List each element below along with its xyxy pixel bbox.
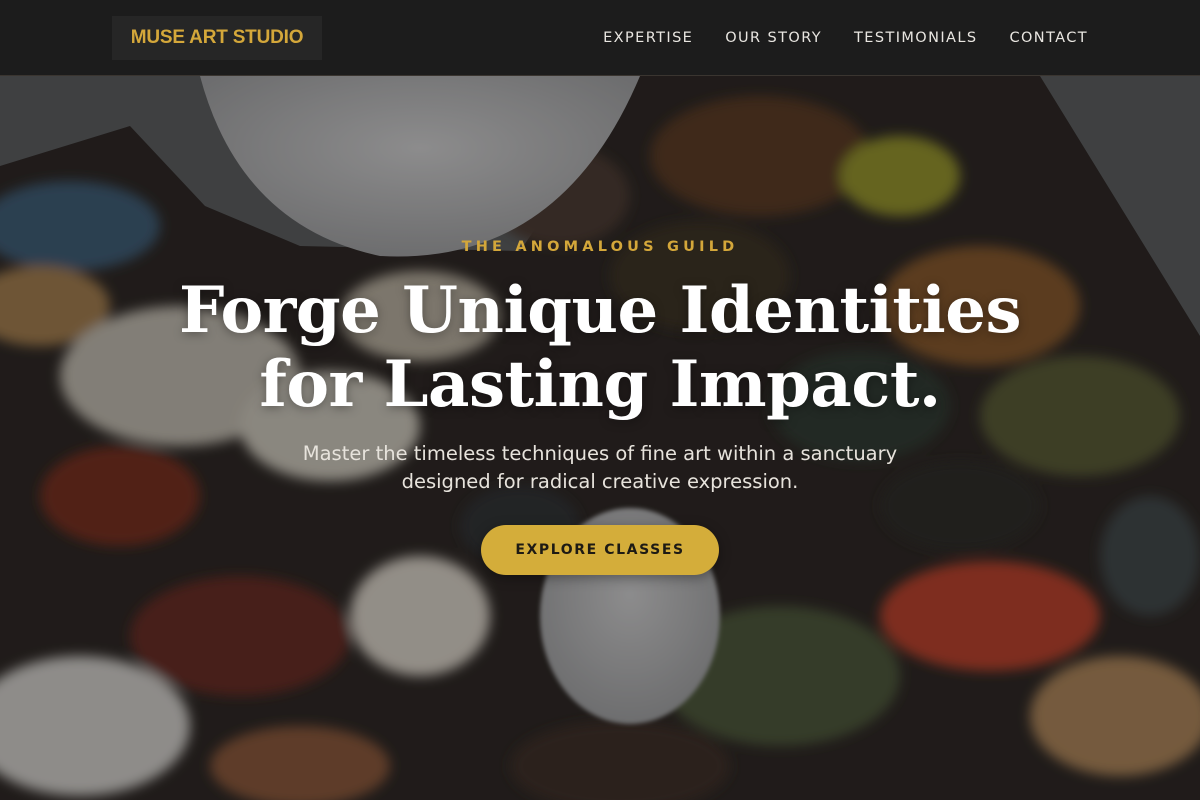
- main-nav: EXPERTISE OUR STORY TESTIMONIALS CONTACT: [603, 0, 1088, 76]
- explore-classes-button[interactable]: EXPLORE CLASSES: [481, 525, 719, 575]
- hero-section: THE ANOMALOUS GUILD Forge Unique Identit…: [0, 76, 1200, 800]
- nav-link-expertise[interactable]: EXPERTISE: [603, 30, 693, 46]
- hero-headline-line-2: for Lasting Impact.: [259, 347, 941, 422]
- nav-link-our-story[interactable]: OUR STORY: [725, 30, 822, 46]
- hero-headline-line-1: Forge Unique Identities: [179, 273, 1021, 348]
- logo-text: MUSE ART STUDIO: [130, 27, 304, 48]
- nav-link-testimonials[interactable]: TESTIMONIALS: [854, 30, 977, 46]
- hero-content: THE ANOMALOUS GUILD Forge Unique Identit…: [0, 76, 1200, 800]
- nav-link-contact[interactable]: CONTACT: [1009, 30, 1088, 46]
- hero-eyebrow: THE ANOMALOUS GUILD: [461, 239, 739, 255]
- site-header: MUSE ART STUDIO EXPERTISE OUR STORY TEST…: [0, 0, 1200, 76]
- hero-headline: Forge Unique Identities for Lasting Impa…: [100, 274, 1100, 422]
- hero-subtext: Master the timeless techniques of fine a…: [302, 442, 898, 493]
- logo[interactable]: MUSE ART STUDIO: [112, 16, 322, 60]
